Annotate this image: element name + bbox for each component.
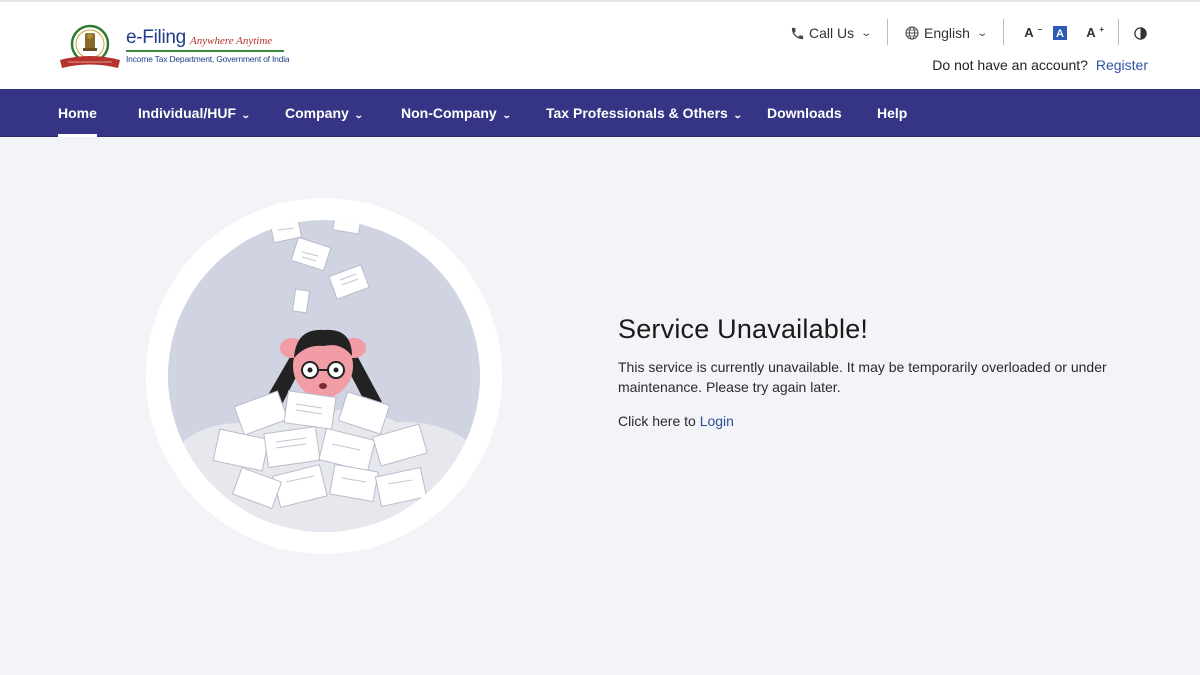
language-dropdown[interactable]: English ⌄: [904, 22, 988, 44]
chevron-down-icon: ⌄: [860, 27, 873, 39]
nav-item-home[interactable]: Home: [58, 89, 97, 137]
service-message: Service Unavailable! This service is cur…: [618, 314, 1138, 429]
font-increase-button[interactable]: A +: [1083, 25, 1104, 41]
font-size-controls: A − A A +: [1021, 22, 1115, 44]
login-prompt-text: Click here to: [618, 413, 700, 429]
account-prompt: Do not have an account? Register: [932, 57, 1148, 73]
font-decrease-button[interactable]: A −: [1021, 25, 1042, 41]
language-label: English: [924, 25, 970, 41]
call-us-label: Call Us: [809, 25, 855, 41]
nav-item-downloads[interactable]: Downloads: [767, 89, 842, 137]
overwhelmed-person-illustration: [146, 198, 502, 554]
register-link[interactable]: Register: [1096, 57, 1148, 73]
chevron-down-icon: ⌄: [240, 110, 251, 120]
nav-item-non-company[interactable]: Non-Company ⌄: [401, 89, 512, 137]
brand-tagline: Anywhere Anytime: [190, 35, 273, 47]
efiling-logo[interactable]: e-Filing Anywhere Anytime Income Tax Dep…: [58, 24, 290, 70]
phone-icon: [791, 27, 804, 39]
brand-title: e-Filing: [126, 27, 186, 48]
main-nav: Home Individual/HUF ⌄ Company ⌄ Non-Compan…: [0, 89, 1200, 137]
brand-underline: [126, 50, 284, 52]
brand-subtitle: Income Tax Department, Government of Ind…: [126, 54, 290, 64]
site-header: e-Filing Anywhere Anytime Income Tax Dep…: [0, 0, 1200, 89]
page-title: Service Unavailable!: [618, 314, 869, 344]
call-us-dropdown[interactable]: Call Us ⌄: [790, 22, 873, 44]
account-prompt-text: Do not have an account?: [932, 57, 1088, 73]
chevron-down-icon: ⌄: [353, 110, 364, 120]
login-link[interactable]: Login: [700, 413, 734, 429]
message-body: This service is currently unavailable. I…: [618, 359, 1107, 395]
divider: [1003, 19, 1004, 45]
font-default-button[interactable]: A: [1053, 26, 1067, 40]
contrast-icon: [1134, 26, 1147, 40]
divider: [887, 19, 888, 45]
chevron-down-icon: ⌄: [732, 110, 743, 120]
chevron-down-icon: ⌄: [501, 110, 512, 120]
emblem-logo: [60, 24, 120, 68]
contrast-toggle[interactable]: [1133, 22, 1148, 44]
nav-item-company[interactable]: Company ⌄: [285, 89, 364, 137]
globe-icon: [905, 26, 919, 40]
login-prompt: Click here to Login: [618, 413, 1138, 429]
nav-item-individual-huf[interactable]: Individual/HUF ⌄: [138, 89, 251, 137]
nav-item-tax-professionals[interactable]: Tax Professionals & Others ⌄: [546, 89, 743, 137]
divider: [1118, 19, 1119, 45]
nav-item-help[interactable]: Help: [877, 89, 907, 137]
chevron-down-icon: ⌄: [976, 27, 988, 39]
